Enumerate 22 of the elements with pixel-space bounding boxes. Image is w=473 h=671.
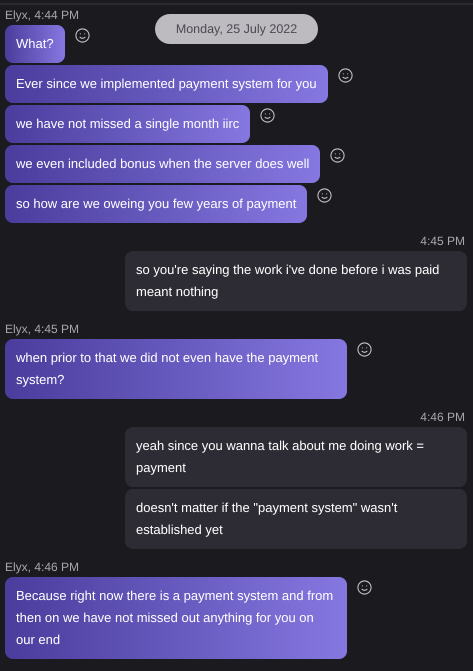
smiley-icon[interactable] [338, 68, 353, 83]
sender-time: Elyx, 4:45 PM [5, 321, 80, 337]
message-bubble: we have not missed a single month iirc [5, 105, 250, 143]
sender-time: Elyx, 4:46 PM [5, 559, 80, 575]
message-bubble: yeah since you wanna talk about me doing work = payment [125, 427, 467, 487]
message-bubble: What? [5, 25, 65, 63]
message-bubble: we even included bonus when the server does well [5, 145, 320, 183]
message-time: 4:46 PM [420, 409, 466, 425]
smiley-icon[interactable] [357, 342, 372, 357]
smiley-icon[interactable] [330, 148, 346, 163]
smiley-icon[interactable] [260, 108, 276, 123]
message-bubble: so how are we oweing you few years of payment [5, 185, 308, 223]
message-bubble: Because right now there is a payment system and from then on we have not missed out anything for you on our end [5, 577, 347, 659]
sender-time: Elyx, 4:44 PM [5, 7, 80, 23]
message-bubble: doesn't matter if the "payment system" wasn't established yet [125, 489, 467, 549]
smiley-icon[interactable] [74, 28, 90, 43]
smiley-icon[interactable] [317, 188, 332, 203]
message-time: 4:45 PM [420, 233, 466, 249]
message-bubble: Ever since we implemented payment system for you [5, 65, 328, 103]
message-bubble: so you're saying the work i've done before i was paid meant nothing [125, 251, 467, 311]
message-bubble: when prior to that we did not even have the payment system? [5, 339, 347, 399]
smiley-icon[interactable] [357, 580, 372, 595]
